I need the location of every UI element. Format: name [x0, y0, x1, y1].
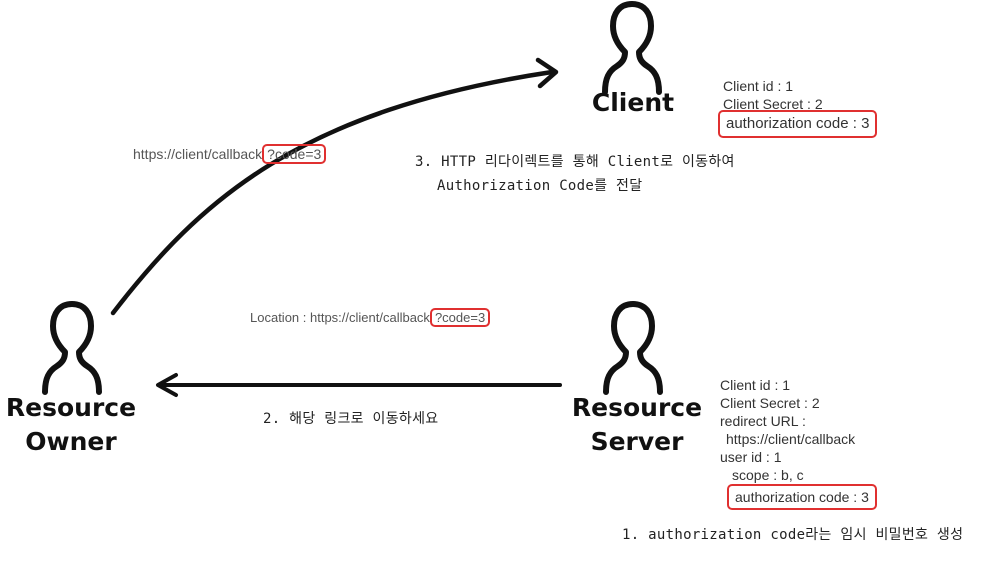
resource-server-label-line1: Resource — [571, 393, 703, 422]
server-info: Client id : 1 Client Secret : 2 redirect… — [720, 376, 855, 484]
client-person-icon — [605, 4, 659, 92]
location-code-box: ?code=3 — [429, 308, 491, 327]
resource-server-person-icon — [606, 304, 660, 392]
resource-owner-label-line2: Owner — [25, 427, 117, 456]
server-auth-code-box: authorization code : 3 — [727, 484, 877, 510]
resource-owner-label: Resource Owner — [0, 391, 142, 459]
server-client-secret-text: Client Secret : 2 — [720, 395, 820, 411]
server-client-id-text: Client id : 1 — [720, 377, 791, 393]
client-info: Client id : 1 Client Secret : 2 — [723, 77, 823, 113]
location-url: Location : https://client/callback ?code=… — [250, 308, 491, 327]
resource-server-label: Resource Server — [566, 391, 708, 459]
server-auth-code-text: authorization code : 3 — [735, 489, 869, 505]
resource-owner-label-line1: Resource — [5, 393, 137, 422]
client-label: Client — [591, 88, 675, 117]
resource-server-label-line2: Server — [590, 427, 684, 456]
callback-url: https://client/callback ?code=3 — [133, 144, 327, 164]
client-auth-code-box: authorization code : 3 — [718, 110, 878, 138]
step3-line1: 3. HTTP 리다이렉트를 통해 Client로 이동하여 — [415, 154, 735, 170]
callback-code-box: ?code=3 — [262, 144, 327, 164]
step3-line2: Authorization Code를 전달 — [437, 178, 643, 194]
location-url-prefix: Location : https://client/callback — [250, 310, 430, 325]
resource-owner-person-icon — [45, 304, 99, 392]
step1-text: 1. authorization code라는 임시 비밀번호 생성 — [622, 527, 964, 543]
client-auth-code-text: authorization code : 3 — [726, 115, 870, 132]
server-scope-text: scope : b, c — [732, 467, 804, 483]
client-id-text: Client id : 1 — [723, 78, 794, 94]
server-redirect-label: redirect URL : — [720, 413, 806, 429]
step2-text: 2. 해당 링크로 이동하세요 — [263, 411, 439, 427]
server-redirect-value: https://client/callback — [726, 431, 856, 447]
callback-url-prefix: https://client/callback — [133, 146, 263, 162]
server-user-id-text: user id : 1 — [720, 449, 782, 465]
